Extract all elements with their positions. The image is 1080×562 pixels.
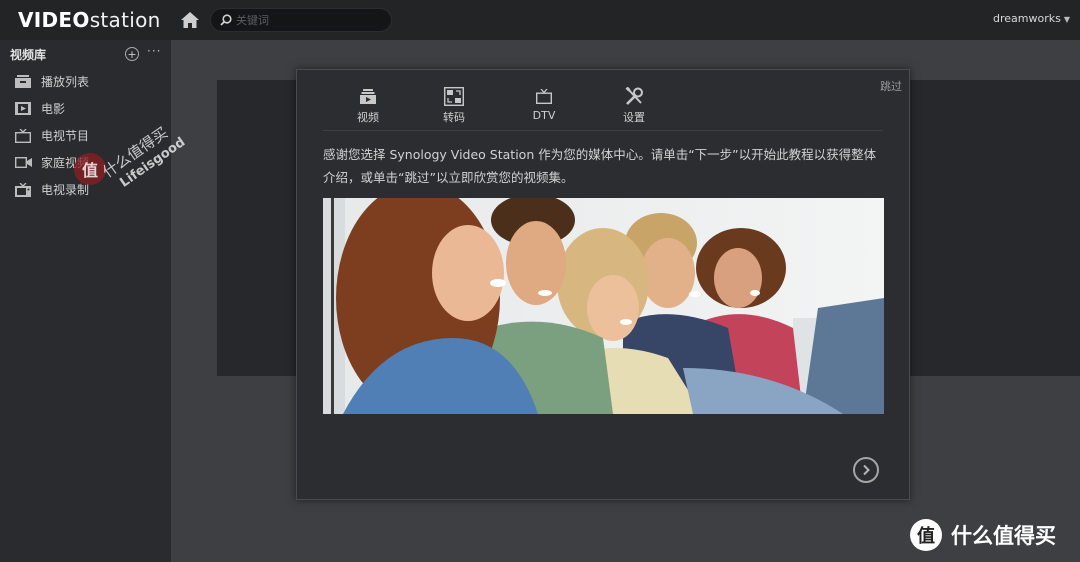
chevron-right-icon [863, 464, 870, 476]
app-logo: VIDEOstation [0, 8, 170, 32]
tab-label: 转码 [443, 111, 465, 124]
username-label: dreamworks [993, 12, 1061, 25]
caret-down-icon: ▼ [1063, 15, 1070, 24]
sidebar-item-tv-recording[interactable]: 电视录制 [0, 176, 171, 203]
transcode-icon [443, 86, 465, 106]
dtv-icon [533, 86, 555, 106]
sidebar-item-home-videos[interactable]: 家庭视频 [0, 149, 171, 176]
feature-tabs: 视频 转码 DTV 设置 [323, 86, 883, 131]
tv-recording-icon [14, 182, 32, 197]
sidebar-item-label: 家庭视频 [41, 156, 90, 170]
settings-tools-icon [623, 86, 645, 106]
playlist-icon [14, 75, 32, 89]
add-library-button[interactable]: + [125, 47, 139, 61]
skip-button[interactable]: 跳过 [880, 78, 902, 94]
camcorder-icon [14, 156, 32, 170]
hero-photo [323, 198, 884, 414]
search-input[interactable] [236, 13, 376, 27]
sidebar-item-playlist[interactable]: 播放列表 [0, 68, 171, 95]
top-bar: VIDEOstation dreamworks▼ [0, 0, 1080, 40]
sidebar-header: 视频库 + ··· [0, 40, 171, 68]
brand-logo-icon: 值 [910, 519, 942, 551]
welcome-dialog: 跳过 视频 转码 DTV 设置 感谢您选择 Synology Video Sta… [296, 69, 910, 500]
tab-video[interactable]: 视频 [338, 86, 398, 126]
search-icon [220, 14, 232, 26]
intro-text: 感谢您选择 Synology Video Station 作为您的媒体中心。请单… [323, 147, 877, 185]
sidebar-item-label: 电视录制 [41, 183, 90, 197]
search-box[interactable] [210, 8, 392, 32]
movie-icon [14, 102, 32, 116]
tv-icon [14, 128, 32, 143]
more-options-button[interactable]: ··· [147, 44, 161, 58]
tab-label: 设置 [623, 111, 645, 124]
tab-label: DTV [532, 109, 556, 122]
next-button[interactable] [853, 457, 879, 483]
tab-settings[interactable]: 设置 [604, 86, 664, 126]
sidebar-item-tv-shows[interactable]: 电视节目 [0, 122, 171, 149]
user-menu[interactable]: dreamworks ▼ [993, 12, 1070, 25]
home-button[interactable] [170, 0, 210, 40]
logo-bold-text: VIDEO [18, 8, 90, 32]
tab-dtv[interactable]: DTV [514, 86, 574, 126]
sidebar-item-label: 电影 [41, 102, 66, 116]
tab-transcode[interactable]: 转码 [424, 86, 484, 126]
sidebar-item-movies[interactable]: 电影 [0, 95, 171, 122]
sidebar: 视频库 + ··· 播放列表 电影 电视节目 家庭视频 电视录制 值 什么值得买… [0, 40, 188, 562]
brand-watermark: 值 什么值得买 [910, 517, 1075, 553]
video-stack-icon [357, 86, 379, 106]
sidebar-item-label: 播放列表 [41, 75, 90, 89]
brand-logo-char: 值 [917, 525, 935, 547]
home-icon [181, 12, 199, 28]
brand-watermark-text: 什么值得买 [951, 524, 1056, 548]
logo-light-text: station [89, 8, 161, 32]
tab-label: 视频 [357, 111, 379, 124]
library-title: 视频库 [10, 47, 47, 62]
sidebar-item-label: 电视节目 [41, 129, 90, 143]
